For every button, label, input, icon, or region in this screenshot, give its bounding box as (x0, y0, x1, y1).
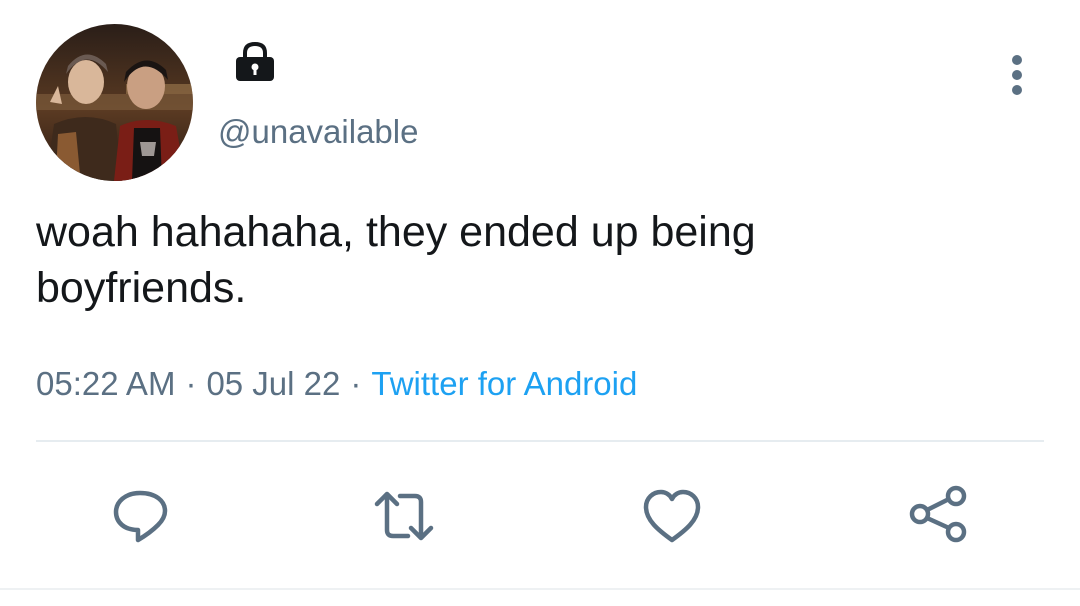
reply-icon (113, 490, 168, 543)
divider (36, 440, 1044, 442)
tweet-text-line2: boyfriends. (36, 264, 247, 312)
lock-icon (234, 40, 276, 82)
retweet-button[interactable] (372, 484, 436, 548)
heart-icon (643, 489, 701, 543)
user-handle[interactable]: @unavailable (218, 110, 418, 154)
avatar-photo (36, 24, 193, 181)
more-options-button[interactable] (1000, 52, 1034, 100)
avatar[interactable] (36, 24, 193, 181)
like-button[interactable] (640, 484, 704, 548)
share-button[interactable] (906, 484, 970, 548)
tweet-text-line1: woah hahahaha, they ended up being (36, 208, 756, 256)
tweet-source-link[interactable]: Twitter for Android (371, 365, 637, 402)
more-vertical-icon (1012, 55, 1022, 95)
meta-separator: · (350, 365, 362, 402)
tweet-text: woah hahahaha, they ended up being boyfri… (36, 204, 1036, 316)
retweet-icon (374, 491, 434, 541)
tweet-date: 05 Jul 22 (206, 365, 341, 402)
tweet-card: @unavailable woah hahahaha, they ended u… (0, 0, 1080, 606)
share-icon (909, 485, 967, 543)
tweet-time: 05:22 AM (36, 365, 176, 402)
bottom-divider (0, 588, 1080, 590)
reply-button[interactable] (108, 484, 172, 548)
meta-separator: · (185, 365, 197, 402)
tweet-meta: 05:22 AM · 05 Jul 22 · Twitter for Android (36, 362, 637, 406)
